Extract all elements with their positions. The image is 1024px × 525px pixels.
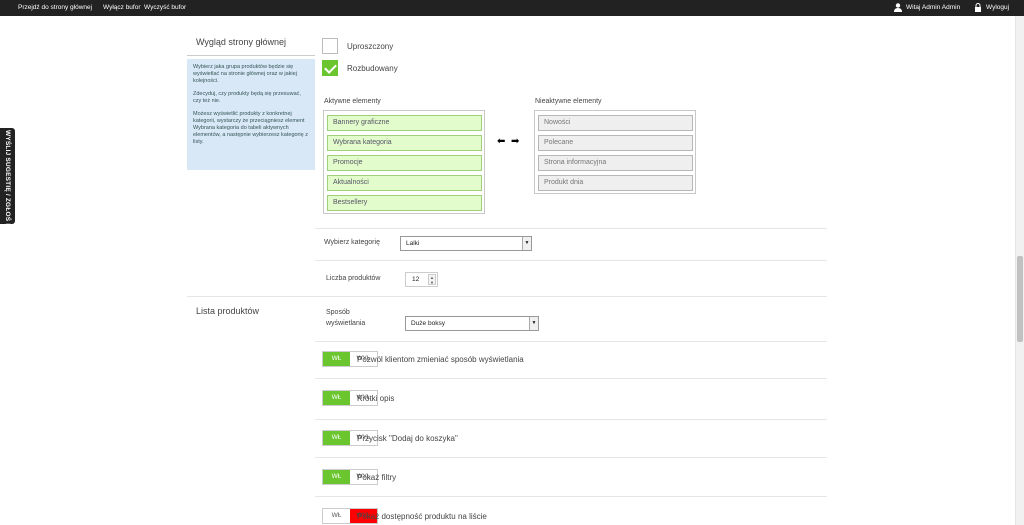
toggle-on-option[interactable]: WŁ: [323, 352, 350, 366]
go-to-homepage-link[interactable]: Przejdź do strony głównej: [18, 4, 92, 11]
user-icon: [894, 3, 902, 12]
display-mode-select[interactable]: Duże boksy ▼: [405, 316, 539, 331]
page-scrollbar[interactable]: [1015, 16, 1024, 525]
user-greeting: Witaj Admin Admin: [906, 4, 961, 11]
display-mode-label-line2: wyświetlania: [326, 320, 366, 327]
display-mode-select-value: Duże boksy: [411, 320, 445, 327]
inactive-item-recommended[interactable]: Polecane: [538, 135, 693, 151]
feedback-side-tab-label: WYŚLIJ SUGESTIĘ / ZGŁOŚ BŁĄD: [4, 130, 11, 243]
active-item-promotions[interactable]: Promocje: [327, 155, 482, 171]
section-title-underline: [187, 55, 315, 56]
toggle-on-option[interactable]: WŁ: [323, 431, 350, 445]
scrollbar-thumb[interactable]: [1017, 256, 1023, 342]
active-elements-title: Aktywne elementy: [324, 98, 381, 105]
product-count-value: 12: [412, 276, 420, 283]
toggle-on-option[interactable]: WŁ: [323, 509, 350, 523]
category-select-value: Lalki: [406, 240, 420, 247]
stepper-arrows-icon[interactable]: ▲ ▼: [428, 274, 436, 285]
toggle-on-option[interactable]: WŁ: [323, 470, 350, 484]
active-item-news[interactable]: Aktualności: [327, 175, 482, 191]
arrow-right-icon: ➡: [511, 136, 520, 147]
info-text: Zdecyduj, czy produkty będą się przesuwa…: [193, 91, 301, 104]
divider: [315, 457, 827, 458]
chevron-down-icon: ▼: [522, 237, 531, 250]
arrow-left-icon: ⬅: [497, 136, 506, 147]
toggle-on-option[interactable]: WŁ: [323, 391, 350, 405]
lock-icon: [975, 3, 981, 12]
toggle-show-filters-label: Pokaż filtry: [357, 473, 397, 482]
divider: [315, 341, 827, 342]
homepage-info-box: Wybierz jaka grupa produktów będzie się …: [187, 59, 315, 170]
inactive-item-new[interactable]: Nowości: [538, 115, 693, 131]
divider: [315, 378, 827, 379]
toggle-change-display-label: Pozwól klientom zmieniać sposób wyświetl…: [357, 355, 524, 364]
layout-simple-checkbox[interactable]: [322, 38, 338, 54]
inactive-elements-list[interactable]: Nowości Polecane Strona informacyjna Pro…: [534, 110, 696, 194]
top-bar: Przejdź do strony głównej Wyłącz bufor W…: [0, 0, 1024, 16]
category-select[interactable]: Lalki ▼: [400, 236, 532, 251]
toggle-short-description-label: Krótki opis: [357, 394, 395, 403]
disable-cache-link[interactable]: Wyłącz bufor: [103, 4, 141, 11]
divider: [315, 260, 827, 261]
active-elements-list[interactable]: Bannery graficzne Wybrana kategoria Prom…: [323, 110, 485, 214]
divider: [315, 496, 827, 497]
divider: [315, 419, 827, 420]
layout-simple-label: Uproszczony: [347, 42, 394, 51]
inactive-elements-title: Nieaktywne elementy: [535, 98, 602, 105]
info-text: Wybierz jaka grupa produktów będzie się …: [193, 64, 297, 84]
inactive-item-info-page[interactable]: Strona informacyjna: [538, 155, 693, 171]
active-item-banners[interactable]: Bannery graficzne: [327, 115, 482, 131]
active-item-bestsellers[interactable]: Bestsellery: [327, 195, 482, 211]
category-label: Wybierz kategorię: [324, 239, 380, 246]
active-item-selected-category[interactable]: Wybrana kategoria: [327, 135, 482, 151]
product-count-stepper[interactable]: 12 ▲ ▼: [405, 272, 438, 287]
layout-extended-label: Rozbudowany: [347, 64, 398, 73]
section-divider: [187, 296, 827, 297]
chevron-down-icon: ▼: [529, 317, 538, 330]
logout-link[interactable]: Wyloguj: [986, 4, 1009, 11]
feedback-side-tab[interactable]: WYŚLIJ SUGESTIĘ / ZGŁOŚ BŁĄD: [0, 128, 15, 242]
homepage-section-title: Wygląd strony głównej: [196, 37, 286, 47]
product-list-section-title: Lista produktów: [196, 306, 260, 316]
toggle-add-to-cart-label: Przycisk "Dodaj do koszyka": [357, 434, 458, 443]
toggle-show-availability-label: Pokaż dostępność produktu na liście: [357, 512, 487, 521]
clear-cache-link[interactable]: Wyczyść bufor: [144, 4, 186, 11]
divider: [315, 228, 827, 229]
product-count-label: Liczba produktów: [326, 275, 381, 282]
info-text: Możesz wyświetlić produkty z konkretnej …: [193, 111, 308, 145]
layout-extended-checkbox[interactable]: [322, 60, 338, 76]
display-mode-label-line1: Sposób: [326, 309, 350, 316]
inactive-item-product-of-day[interactable]: Produkt dnia: [538, 175, 693, 191]
